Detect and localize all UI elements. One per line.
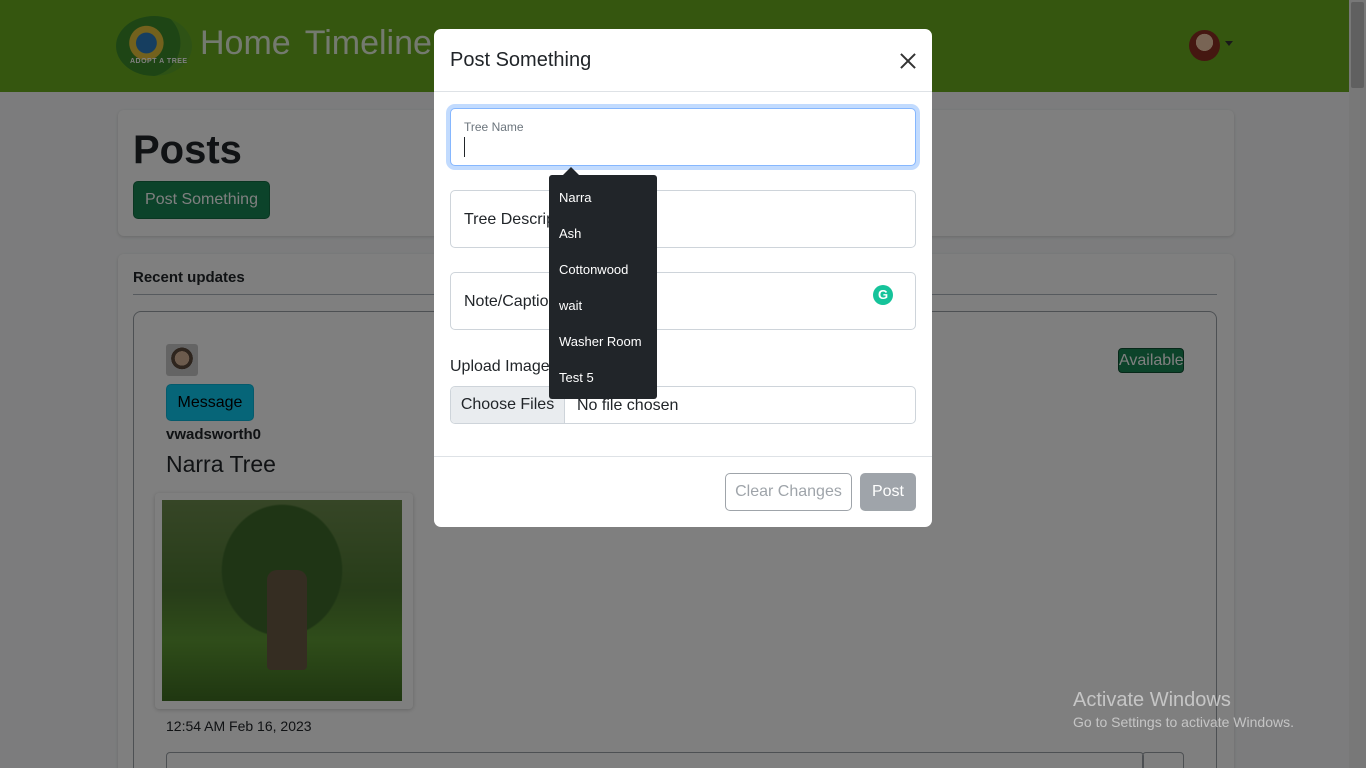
suggestion-item[interactable]: Ash	[559, 226, 581, 241]
tree-name-suggestions: Narra Ash Cottonwood wait Washer Room Te…	[549, 175, 657, 399]
tree-description-field[interactable]: Tree Descrip	[450, 190, 916, 248]
suggestion-item[interactable]: Washer Room	[559, 334, 642, 349]
choose-files-button[interactable]: Choose Files	[451, 387, 565, 423]
grammarly-icon[interactable]: G	[873, 285, 893, 305]
modal-header: Post Something	[434, 29, 932, 92]
windows-watermark-title: Activate Windows	[1073, 689, 1231, 711]
suggestion-item[interactable]: Cottonwood	[559, 262, 628, 277]
suggestion-arrow	[563, 167, 579, 175]
tree-name-label: Tree Name	[464, 120, 524, 134]
suggestion-item[interactable]: Narra	[559, 190, 592, 205]
tree-description-label: Tree Descrip	[464, 211, 555, 228]
post-button[interactable]: Post	[860, 473, 916, 511]
clear-changes-button[interactable]: Clear Changes	[725, 473, 852, 511]
windows-watermark-subtitle: Go to Settings to activate Windows.	[1073, 714, 1294, 730]
suggestion-item[interactable]: Test 5	[559, 370, 594, 385]
suggestion-item[interactable]: wait	[559, 298, 582, 313]
no-file-text: No file chosen	[577, 397, 679, 414]
modal-footer-divider	[434, 456, 932, 457]
post-something-modal: Post Something Tree Name Tree Descrip No…	[434, 29, 932, 527]
upload-image-label: Upload Image	[450, 358, 550, 375]
modal-title: Post Something	[450, 49, 592, 71]
file-upload-input[interactable]: Choose Files No file chosen	[450, 386, 916, 424]
text-cursor	[464, 137, 465, 157]
note-caption-label: Note/Captio	[464, 293, 549, 310]
note-caption-field[interactable]: Note/Captio G	[450, 272, 916, 330]
tree-name-field[interactable]: Tree Name	[450, 108, 916, 166]
close-icon[interactable]	[894, 47, 922, 75]
